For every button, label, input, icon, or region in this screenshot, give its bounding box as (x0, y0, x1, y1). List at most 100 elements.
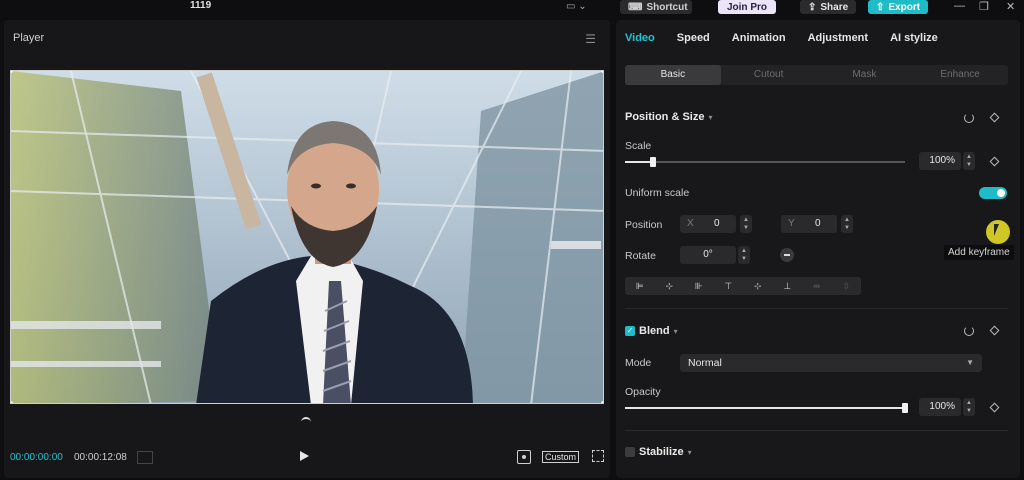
opacity-keyframe-icon[interactable] (989, 402, 1000, 413)
blend-mode-value: Normal (688, 357, 722, 369)
join-pro-button[interactable]: Join Pro (718, 0, 776, 14)
rotate-label: Rotate (625, 250, 656, 262)
tab-speed[interactable]: Speed (677, 20, 710, 54)
mouse-cursor (986, 220, 1010, 244)
stabilize-checkbox[interactable] (625, 447, 635, 457)
keyboard-icon: ⌨ (628, 1, 643, 13)
layout-icon[interactable]: ▭ ⌄ (566, 1, 587, 12)
reset-icon[interactable] (964, 113, 974, 123)
subtab-cutout[interactable]: Cutout (721, 65, 817, 85)
export-button[interactable]: ⇧ Export (868, 0, 928, 14)
top-bar: 1119 ▭ ⌄ ⌨ Shortcut Join Pro ⇪ Share ⇧ E… (0, 0, 1024, 16)
keyframe-icon[interactable] (989, 112, 1000, 123)
property-tabs: Video Speed Animation Adjustment AI styl… (616, 20, 1020, 54)
player-controls: 00:00:00:00 00:00:12:08 Custom (4, 442, 610, 472)
scale-keyframe-icon[interactable] (989, 156, 1000, 167)
stabilize-heading[interactable]: Stabilize ▾ (639, 446, 692, 458)
tab-animation[interactable]: Animation (732, 20, 786, 54)
scale-stepper[interactable]: ▲ ▼ (963, 152, 975, 170)
blend-title: Blend (639, 325, 670, 337)
align-left-icon[interactable]: ⊫ (625, 277, 655, 295)
minimize-icon[interactable]: — (954, 0, 965, 12)
shortcut-label: Shortcut (646, 1, 688, 13)
position-y-field[interactable]: Y 0 (781, 215, 837, 233)
fullscreen-icon[interactable] (592, 450, 604, 462)
close-icon[interactable]: ✕ (1006, 0, 1015, 13)
share-icon: ⇪ (808, 1, 817, 13)
ratio-button[interactable]: Custom (542, 451, 580, 463)
player-header: Player ☰ (4, 20, 610, 54)
rotate-dial[interactable] (780, 248, 794, 262)
x-value: 0 (714, 218, 720, 229)
align-right-icon[interactable]: ⊪ (684, 277, 714, 295)
focus-icon[interactable] (517, 450, 531, 464)
menu-icon[interactable]: ☰ (585, 32, 596, 46)
handle-bottom-left[interactable] (11, 401, 13, 403)
distribute-h-icon[interactable]: ⇹ (802, 277, 832, 295)
rotate-stepper[interactable]: ▲ ▼ (738, 246, 750, 264)
align-top-icon[interactable]: ⊤ (714, 277, 744, 295)
export-label: Export (888, 1, 921, 13)
stabilize-title: Stabilize (639, 446, 684, 458)
play-button[interactable] (300, 451, 309, 461)
scale-label: Scale (625, 140, 652, 152)
x-stepper[interactable]: ▲ ▼ (740, 215, 752, 233)
align-center-v-icon[interactable]: ⊹ (743, 277, 773, 295)
position-label: Position (625, 219, 663, 231)
y-value: 0 (815, 218, 821, 229)
rotate-value[interactable]: 0° (680, 246, 736, 264)
shortcut-button[interactable]: ⌨ Shortcut (620, 0, 692, 14)
opacity-stepper[interactable]: ▲ ▼ (963, 398, 975, 416)
chevron-down-icon: ▼ (966, 358, 974, 367)
alignment-toolbar: ⊫ ⊹ ⊪ ⊤ ⊹ ⊥ ⇹ ⇳ (625, 277, 861, 295)
join-pro-label: Join Pro (726, 1, 767, 13)
tab-ai-stylize[interactable]: AI stylize (890, 20, 938, 54)
blend-mode-select[interactable]: Normal ▼ (680, 354, 982, 372)
tab-video[interactable]: Video (625, 20, 655, 54)
total-timecode: 00:00:12:08 (74, 452, 127, 463)
opacity-slider[interactable] (625, 403, 908, 413)
video-preview[interactable] (10, 70, 604, 404)
blend-heading[interactable]: Blend ▾ (639, 325, 678, 337)
blend-reset-icon[interactable] (964, 326, 974, 336)
restore-icon[interactable]: ❐ (979, 0, 989, 13)
tab-adjustment[interactable]: Adjustment (808, 20, 869, 54)
timeline-grid-icon[interactable] (137, 451, 153, 464)
keyframe-tooltip: Add keyframe (944, 245, 1014, 260)
divider (625, 308, 1008, 309)
align-bottom-icon[interactable]: ⊥ (773, 277, 803, 295)
chevron-down-icon: ▾ (687, 448, 692, 457)
blend-keyframe-icon[interactable] (989, 325, 1000, 336)
opacity-value[interactable]: 100% (919, 398, 961, 416)
chevron-down-icon: ▾ (708, 113, 713, 122)
opacity-slider-knob[interactable] (902, 403, 908, 413)
position-x-field[interactable]: X 0 (680, 215, 736, 233)
scale-slider-fill (625, 161, 653, 163)
opacity-slider-fill (625, 407, 905, 409)
opacity-label: Opacity (625, 386, 661, 398)
scale-value[interactable]: 100% (919, 152, 961, 170)
scale-slider-knob[interactable] (650, 157, 656, 167)
y-axis-label: Y (788, 218, 795, 229)
scale-slider[interactable] (625, 157, 905, 167)
distribute-v-icon[interactable]: ⇳ (832, 277, 862, 295)
sub-tabs: Basic Cutout Mask Enhance (625, 65, 1008, 85)
position-size-title: Position & Size (625, 111, 705, 123)
rotate-handle[interactable] (301, 417, 311, 422)
handle-top-right[interactable] (601, 71, 603, 73)
uniform-scale-toggle[interactable] (979, 187, 1007, 199)
y-stepper[interactable]: ▲ ▼ (841, 215, 853, 233)
x-axis-label: X (687, 218, 694, 229)
blend-checkbox[interactable]: ✓ (625, 326, 635, 336)
align-center-h-icon[interactable]: ⊹ (655, 277, 685, 295)
subtab-enhance[interactable]: Enhance (912, 65, 1008, 85)
share-button[interactable]: ⇪ Share (800, 0, 856, 14)
export-icon: ⇧ (876, 1, 885, 13)
video-frame-image (11, 71, 603, 403)
position-size-heading[interactable]: Position & Size ▾ (625, 111, 712, 123)
subtab-basic[interactable]: Basic (625, 65, 721, 85)
subtab-mask[interactable]: Mask (817, 65, 913, 85)
player-panel: Player ☰ 00:00:00:00 00:00:12:08 Custom (4, 20, 610, 478)
divider (625, 430, 1008, 431)
handle-bottom-right[interactable] (601, 401, 603, 403)
